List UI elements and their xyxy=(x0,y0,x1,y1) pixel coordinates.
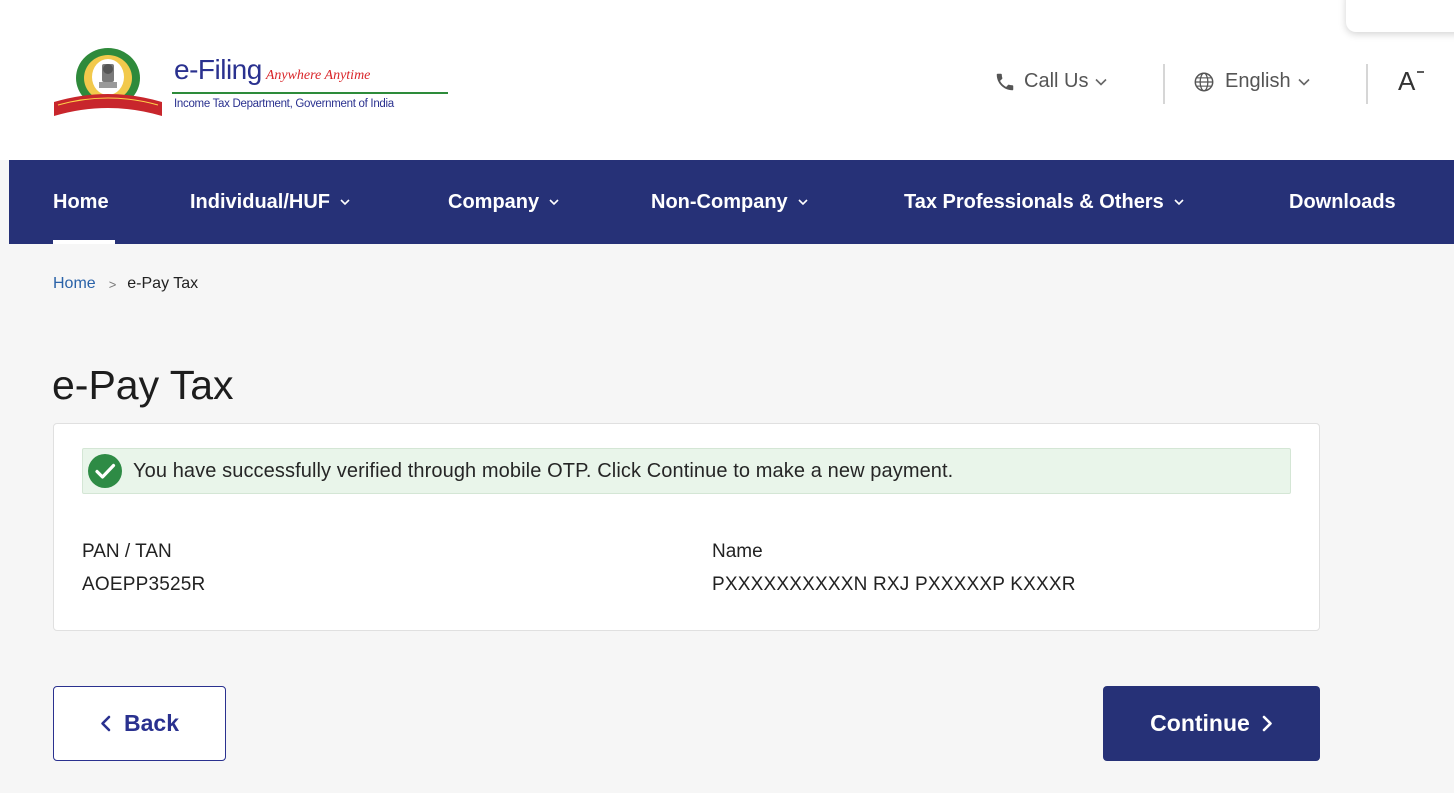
brand-name: e-Filing xyxy=(174,54,262,85)
call-us-label: Call Us xyxy=(1024,70,1089,92)
brand-tagline: Anywhere Anytime xyxy=(265,68,371,83)
chevron-down-icon xyxy=(1095,78,1108,86)
nav-item-individual-huf[interactable]: Individual/HUF xyxy=(190,160,350,244)
back-button[interactable]: Back xyxy=(53,686,226,761)
language-dropdown[interactable]: English xyxy=(1193,70,1310,93)
page-title: e-Pay Tax xyxy=(52,362,234,408)
main-nav: Home Individual/HUF Company Non-Company … xyxy=(9,160,1454,244)
nav-item-label: Non-Company xyxy=(651,190,788,213)
header-divider xyxy=(1366,64,1368,104)
pan-tan-label: PAN / TAN xyxy=(82,541,172,562)
nav-item-tax-professionals[interactable]: Tax Professionals & Others xyxy=(904,160,1184,244)
top-header: e-Filing Anywhere Anytime Income Tax Depa… xyxy=(0,0,1454,160)
back-button-label: Back xyxy=(124,710,179,736)
header-divider xyxy=(1163,64,1165,104)
emblem-logo xyxy=(54,48,162,116)
nav-item-label: Individual/HUF xyxy=(190,190,330,213)
breadcrumb-current: e-Pay Tax xyxy=(127,275,199,292)
brand-subtitle: Income Tax Department, Government of Ind… xyxy=(174,98,394,110)
taxpayer-details-card: You have successfully verified through m… xyxy=(53,423,1320,631)
chevron-right-icon xyxy=(1262,715,1272,732)
nav-item-label: Home xyxy=(53,190,109,213)
nav-item-non-company[interactable]: Non-Company xyxy=(651,160,808,244)
success-alert-text: You have successfully verified through m… xyxy=(133,459,954,482)
nav-item-company[interactable]: Company xyxy=(448,160,559,244)
nav-item-label: Downloads xyxy=(1289,190,1396,213)
site-logo[interactable]: e-Filing Anywhere Anytime Income Tax Depa… xyxy=(52,42,472,122)
phone-icon xyxy=(996,73,1014,90)
breadcrumb-separator: > xyxy=(108,276,117,292)
continue-button[interactable]: Continue xyxy=(1103,686,1320,761)
globe-icon xyxy=(1194,72,1214,91)
continue-button-label: Continue xyxy=(1150,710,1250,736)
chevron-left-icon xyxy=(101,715,111,732)
corner-popup xyxy=(1346,0,1454,32)
pan-tan-value: AOEPP3525R xyxy=(82,574,206,595)
success-alert: You have successfully verified through m… xyxy=(82,448,1291,494)
chevron-down-icon xyxy=(798,198,808,205)
nav-item-home[interactable]: Home xyxy=(53,160,109,244)
chevron-down-icon xyxy=(1174,198,1184,205)
chevron-down-icon xyxy=(549,198,559,205)
font-size-icon: A xyxy=(1398,66,1416,96)
font-size-toggle[interactable]: A xyxy=(1398,66,1425,97)
call-us-dropdown[interactable]: Call Us xyxy=(994,70,1108,93)
chevron-down-icon xyxy=(1298,78,1310,86)
font-size-caret-icon xyxy=(1417,70,1425,73)
nav-item-label: Tax Professionals & Others xyxy=(904,190,1164,213)
nav-item-downloads[interactable]: Downloads xyxy=(1289,160,1396,244)
chevron-down-icon xyxy=(340,198,350,205)
name-label: Name xyxy=(712,541,763,562)
language-label: English xyxy=(1225,70,1291,92)
brand-divider xyxy=(172,92,448,94)
name-value: PXXXXXXXXXXN RXJ PXXXXXP KXXXR xyxy=(712,574,1076,595)
breadcrumb: Home > e-Pay Tax xyxy=(53,275,198,293)
nav-active-indicator xyxy=(53,240,115,244)
nav-item-label: Company xyxy=(448,190,540,213)
breadcrumb-home-link[interactable]: Home xyxy=(53,275,96,293)
check-circle-icon xyxy=(88,454,122,488)
brand-title: e-Filing Anywhere Anytime xyxy=(174,54,370,86)
